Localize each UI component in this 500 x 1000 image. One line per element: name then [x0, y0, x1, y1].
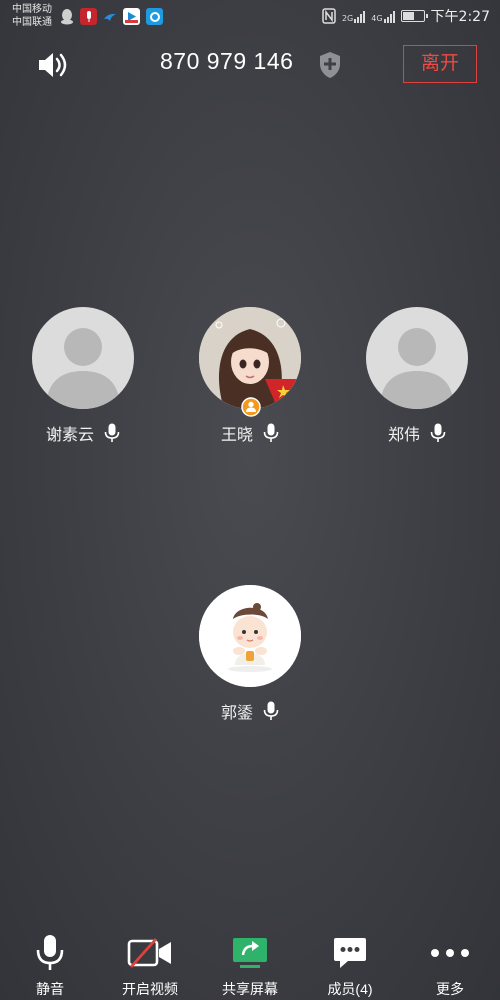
battery-icon	[400, 10, 428, 22]
mic-icon	[104, 423, 120, 442]
participant-name: 王晓	[220, 425, 253, 444]
mic-icon	[36, 935, 64, 970]
leave-button[interactable]: 离开	[403, 45, 477, 83]
avatar	[199, 585, 301, 687]
participant-tile[interactable]: 郑伟	[347, 307, 487, 445]
start-video-label: 开启视频	[122, 981, 178, 997]
cloud-app-icon	[146, 8, 163, 25]
share-screen-label: 共享屏幕	[222, 981, 278, 997]
carrier-info: 中国移动 中国联通	[12, 3, 52, 29]
video-app-icon	[123, 8, 140, 25]
avatar	[199, 307, 301, 409]
more-button[interactable]: 更多	[400, 925, 500, 1000]
mic-icon	[263, 701, 279, 720]
bird-app-icon	[104, 13, 116, 21]
network-type-1: 2G	[341, 13, 354, 23]
status-right: 2G 4G 下午2:27	[322, 6, 490, 26]
shield-icon	[320, 52, 340, 78]
more-icon	[431, 949, 469, 957]
signal-1-icon	[354, 10, 366, 23]
clock: 下午2:27	[430, 9, 490, 25]
participant-name: 郭鋈	[220, 703, 253, 722]
carrier-1: 中国移动	[12, 4, 52, 15]
signal-2-icon	[383, 10, 395, 23]
notification-icons	[60, 8, 163, 25]
girl-photo-avatar	[199, 307, 301, 409]
default-avatar-icon	[46, 328, 120, 409]
default-avatar-icon	[380, 328, 454, 409]
chat-members-icon	[334, 938, 366, 968]
recorder-app-icon	[80, 8, 97, 25]
host-badge-icon	[241, 397, 261, 417]
participant-tile[interactable]: 郭鋈	[180, 585, 320, 723]
more-label: 更多	[436, 981, 464, 997]
share-screen-icon	[233, 938, 267, 968]
avatar	[366, 307, 468, 409]
nfc-icon	[322, 8, 336, 24]
bottom-toolbar: 静音 开启视频 共享屏幕 成员(4) 更多	[0, 925, 500, 1000]
mic-icon	[430, 423, 446, 442]
status-bar: 中国移动 中国联通 2G 4G 下午2:27	[0, 0, 500, 34]
meeting-id: 870 979 146	[160, 48, 294, 74]
members-label: 成员(4)	[327, 981, 373, 997]
mic-icon	[263, 423, 279, 442]
mute-label: 静音	[36, 981, 64, 997]
participant-name: 谢素云	[45, 425, 94, 444]
participant-tile[interactable]: 谢素云	[13, 307, 153, 445]
video-off-icon	[127, 938, 171, 968]
participant-tile[interactable]: 王晓	[180, 307, 320, 445]
avatar	[32, 307, 134, 409]
qq-icon	[61, 9, 73, 25]
start-video-button[interactable]: 开启视频	[100, 925, 200, 1000]
speaker-icon	[39, 53, 67, 77]
mute-button[interactable]: 静音	[0, 925, 100, 1000]
share-screen-button[interactable]: 共享屏幕	[200, 925, 300, 1000]
participant-name: 郑伟	[387, 425, 420, 444]
baby-cartoon-avatar	[199, 585, 301, 687]
speaker-button[interactable]	[36, 50, 70, 80]
carrier-2: 中国联通	[12, 17, 52, 28]
members-button[interactable]: 成员(4)	[300, 925, 400, 1000]
network-type-2: 4G	[371, 13, 383, 23]
